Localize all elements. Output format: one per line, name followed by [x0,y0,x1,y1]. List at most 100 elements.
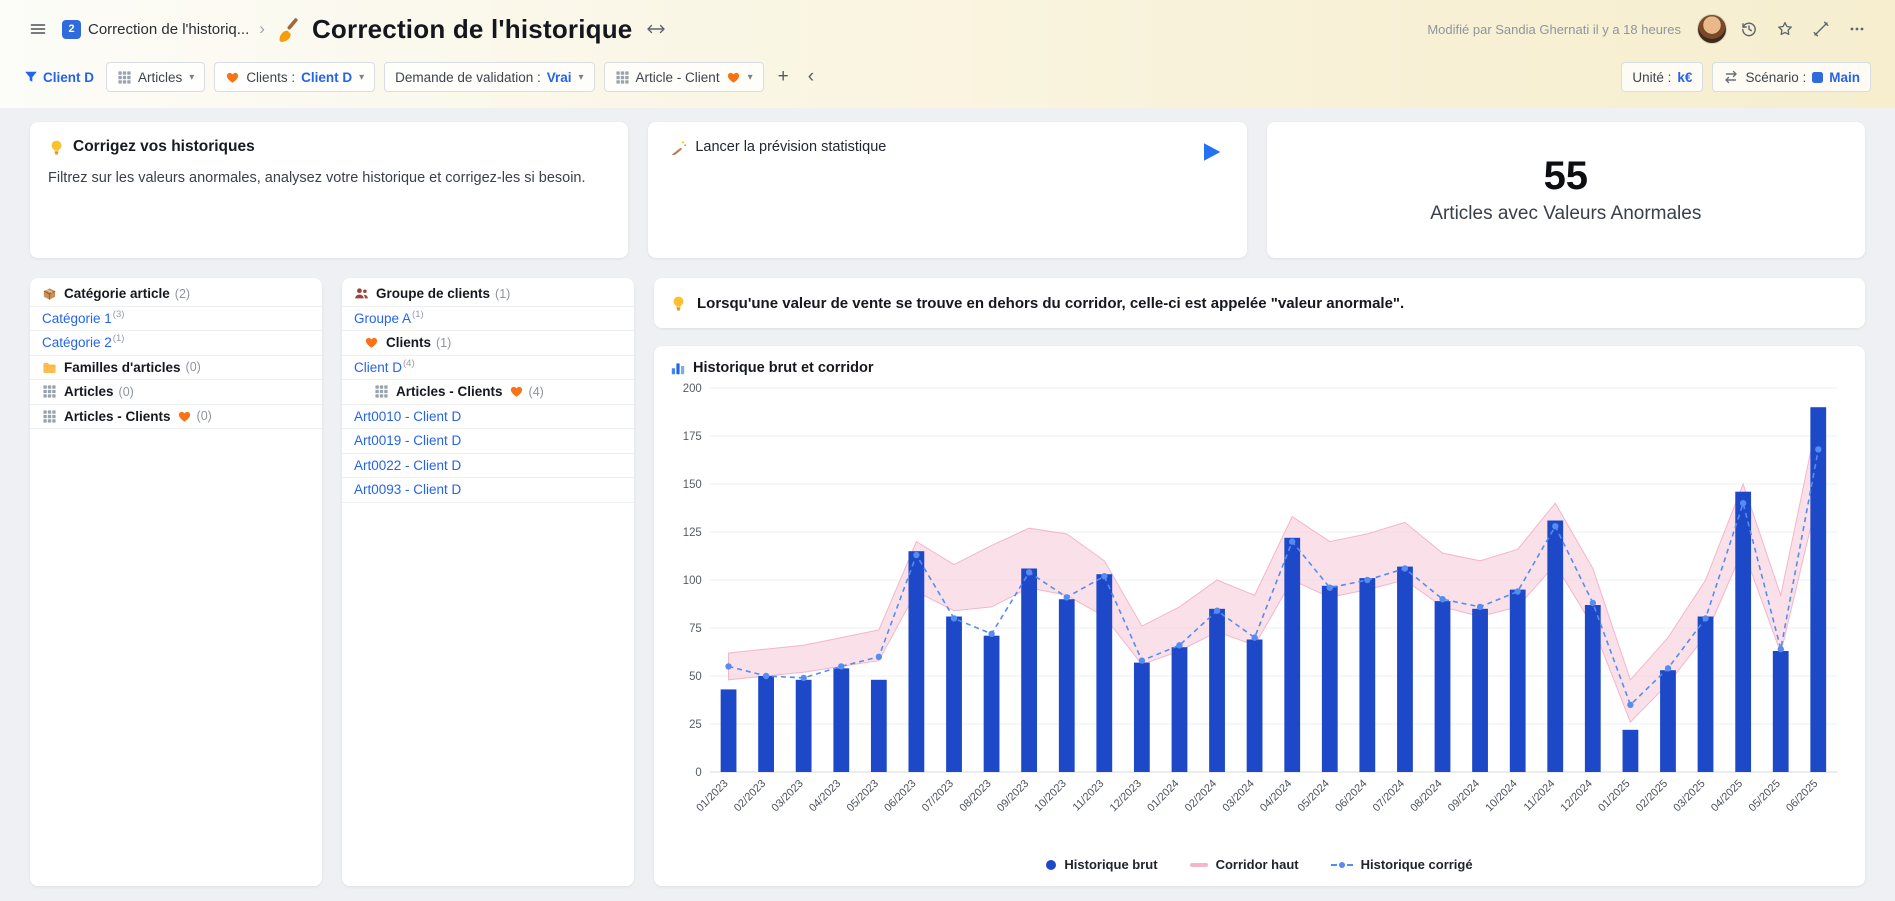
svg-text:01/2025: 01/2025 [1596,778,1632,815]
tree-row: Art0010 - Client D [342,405,634,430]
tree-row-count: (1) [495,287,510,301]
package-icon [42,286,57,301]
legend-item-historique-brut[interactable]: Historique brut [1046,857,1157,872]
tree-row: Catégorie article (2) [30,282,322,307]
tree-row: Art0022 - Client D [342,454,634,479]
svg-text:07/2023: 07/2023 [920,778,956,815]
tree-link-count: (3) [113,309,125,320]
avatar[interactable] [1697,14,1727,44]
tree-row: Art0019 - Client D [342,429,634,454]
svg-text:01/2024: 01/2024 [1145,778,1181,815]
legend-label: Historique brut [1064,857,1157,872]
tree-row-label: Articles - Clients [396,384,503,399]
filter-pill-articles[interactable]: Articles ▾ [106,62,205,92]
modified-text: Modifié par Sandia Ghernati il y a 18 he… [1427,22,1681,37]
blue-square-icon [1812,72,1823,83]
horizontal-arrows-icon[interactable] [642,15,670,43]
paintbrush-icon [275,16,302,43]
pill-value: Client D [301,70,352,85]
chevron-down-icon: ▾ [579,72,584,83]
filter-pill-article-client[interactable]: Article - Client ▾ [604,62,764,92]
tree-row-count: (1) [436,336,451,350]
play-button[interactable] [1197,138,1225,166]
tree-row-count: (0) [197,409,212,423]
lightbulb-icon [48,139,65,156]
svg-text:100: 100 [683,575,702,587]
instructions-title: Corrigez vos historiques [73,138,255,156]
legend-label: Corridor haut [1216,857,1299,872]
tree-link[interactable]: Art0093 - Client D [354,482,461,497]
tree-row: Groupe A (1) [342,307,634,332]
svg-text:05/2024: 05/2024 [1296,778,1332,815]
kpi-label: Articles avec Valeurs Anormales [1430,203,1701,225]
tree-link-count: (1) [412,309,424,320]
orange-heart-icon [225,70,240,85]
svg-text:10/2023: 10/2023 [1032,778,1068,815]
tree-link[interactable]: Client D [354,360,402,375]
svg-text:01/2023: 01/2023 [694,778,730,815]
tree-link[interactable]: Art0022 - Client D [354,458,461,473]
svg-text:03/2024: 03/2024 [1220,778,1256,815]
filter-pill-clients[interactable]: Clients : Client D ▾ [214,62,375,92]
active-filter-chip[interactable]: Client D [24,70,94,85]
grid-icon [374,384,389,399]
svg-text:10/2024: 10/2024 [1483,778,1519,815]
unit-selector[interactable]: Unité : k€ [1621,62,1703,92]
tree-link[interactable]: Catégorie 2 [42,335,112,350]
chevron-down-icon: ▾ [748,72,753,83]
tree-row-count: (0) [186,360,201,374]
svg-text:200: 200 [683,383,702,395]
tools-icon[interactable] [1807,15,1835,43]
svg-text:06/2023: 06/2023 [882,778,918,815]
tree-link[interactable]: Art0010 - Client D [354,409,461,424]
filter-pill-validation[interactable]: Demande de validation : Vrai ▾ [384,62,594,92]
legend-item-historique-corrige[interactable]: Historique corrigé [1331,857,1473,872]
tree-link[interactable]: Catégorie 1 [42,311,112,326]
grid-icon [615,70,630,85]
scenario-value: Main [1829,70,1860,85]
svg-text:11/2023: 11/2023 [1071,778,1107,814]
chart-title: Historique brut et corridor [693,360,873,376]
chevron-down-icon: ▾ [359,72,364,83]
tree-row: Articles - Clients (4) [342,380,634,405]
history-icon[interactable] [1735,15,1763,43]
add-filter-button[interactable]: + [773,62,794,92]
tree-row-count: (0) [119,385,134,399]
svg-text:02/2025: 02/2025 [1634,778,1670,815]
scenario-selector[interactable]: Scénario : Main [1712,62,1871,92]
historique-chart: 025507510012515017520001/202302/202303/2… [670,378,1849,838]
breadcrumb[interactable]: 2 Correction de l'historiq... [62,20,249,39]
tree-row-count: (2) [175,287,190,301]
pill-value: Vrai [547,70,572,85]
svg-text:02/2024: 02/2024 [1183,778,1219,815]
lightbulb-icon [670,295,687,312]
svg-text:09/2024: 09/2024 [1446,778,1482,815]
more-icon[interactable] [1843,15,1871,43]
svg-text:150: 150 [683,479,702,491]
page-title: Correction de l'historique [312,14,633,45]
tree-link-count: (1) [113,333,125,344]
collapse-filters-button[interactable]: ‹ [803,62,819,92]
pill-label: Article - Client [636,70,720,85]
tree-row-label: Familles d'articles [64,360,181,375]
svg-text:09/2023: 09/2023 [995,778,1031,815]
bar-chart-icon [670,360,686,376]
tree-link[interactable]: Art0019 - Client D [354,433,461,448]
breadcrumb-label: Correction de l'historiq... [88,21,249,38]
menu-button[interactable] [24,15,52,43]
run-forecast-label: Lancer la prévision statistique [695,139,886,155]
tree-link[interactable]: Groupe A [354,311,411,326]
star-icon[interactable] [1771,15,1799,43]
article-hierarchy-panel: Catégorie article (2) Catégorie 1 (3) Ca… [30,278,322,886]
pill-label: Articles [138,70,182,85]
svg-text:07/2024: 07/2024 [1371,778,1407,815]
funnel-icon [24,70,38,84]
people-icon [354,286,369,301]
blue-dot-swatch [1046,860,1056,870]
svg-text:08/2023: 08/2023 [957,778,993,815]
info-banner: Lorsqu'une valeur de vente se trouve en … [654,278,1865,328]
tree-row: Articles (0) [30,380,322,405]
grid-icon [42,409,57,424]
legend-item-corridor-haut[interactable]: Corridor haut [1190,857,1299,872]
board-badge: 2 [62,20,81,39]
